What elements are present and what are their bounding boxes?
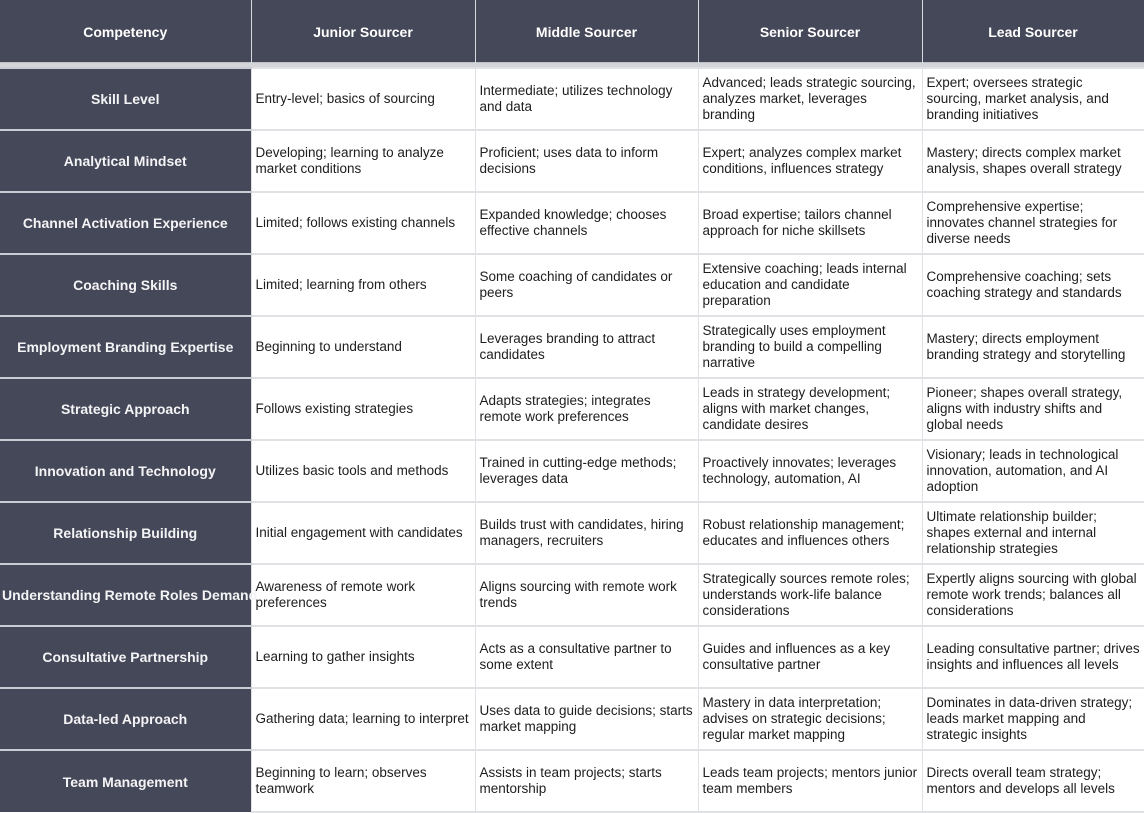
middle-sourcer-cell: Uses data to guide decisions; starts mar…	[474, 687, 699, 751]
junior-sourcer-cell: Gathering data; learning to interpret	[250, 687, 476, 751]
lead-sourcer-cell: Mastery; directs employment branding str…	[921, 315, 1144, 379]
table-row: Consultative Partnership Learning to gath…	[0, 625, 1144, 689]
junior-sourcer-cell: Follows existing strategies	[250, 377, 476, 441]
senior-sourcer-cell: Mastery in data interpretation; advises …	[697, 687, 923, 751]
lead-sourcer-cell: Expert; oversees strategic sourcing, mar…	[921, 67, 1144, 131]
middle-sourcer-cell: Leverages branding to attract candidates	[474, 315, 699, 379]
header-middle-sourcer: Middle Sourcer	[474, 0, 699, 63]
table-row: Employment Branding Expertise Beginning t…	[0, 315, 1144, 379]
table-row: Team Management Beginning to learn; obser…	[0, 749, 1144, 813]
competency-label: Skill Level	[0, 67, 251, 130]
junior-sourcer-cell: Beginning to learn; observes teamwork	[250, 749, 476, 813]
header-row: Competency Junior Sourcer Middle Sourcer…	[0, 0, 1144, 63]
lead-sourcer-cell: Ultimate relationship builder; shapes ex…	[921, 501, 1144, 565]
lead-sourcer-cell: Visionary; leads in technological innova…	[921, 439, 1144, 503]
table-row: Relationship Building Initial engagement …	[0, 501, 1144, 565]
lead-sourcer-cell: Directs overall team strategy; mentors a…	[921, 749, 1144, 813]
junior-sourcer-cell: Limited; follows existing channels	[250, 191, 476, 255]
header-lead-sourcer: Lead Sourcer	[921, 0, 1144, 63]
lead-sourcer-cell: Comprehensive expertise; innovates chann…	[921, 191, 1144, 255]
header-competency: Competency	[0, 0, 252, 63]
senior-sourcer-cell: Broad expertise; tailors channel approac…	[697, 191, 923, 255]
junior-sourcer-cell: Beginning to understand	[250, 315, 476, 379]
table-row: Understanding Remote Roles Demand Awarene…	[0, 563, 1144, 627]
competency-label: Innovation and Technology	[0, 439, 251, 502]
middle-sourcer-cell: Intermediate; utilizes technology and da…	[474, 67, 699, 131]
competency-label: Analytical Mindset	[0, 129, 251, 192]
competency-label: Strategic Approach	[0, 377, 251, 440]
competency-label: Team Management	[0, 749, 251, 812]
senior-sourcer-cell: Proactively innovates; leverages technol…	[697, 439, 923, 503]
lead-sourcer-cell: Mastery; directs complex market analysis…	[921, 129, 1144, 193]
senior-sourcer-cell: Guides and influences as a key consultat…	[697, 625, 923, 689]
senior-sourcer-cell: Robust relationship management; educates…	[697, 501, 923, 565]
competency-label: Employment Branding Expertise	[0, 315, 251, 378]
competency-label: Understanding Remote Roles Demand	[0, 563, 257, 626]
competency-label: Coaching Skills	[0, 253, 251, 316]
junior-sourcer-cell: Learning to gather insights	[250, 625, 476, 689]
middle-sourcer-cell: Trained in cutting-edge methods; leverag…	[474, 439, 699, 503]
table-body: Skill Level Entry-level; basics of sourci…	[0, 67, 1144, 813]
middle-sourcer-cell: Assists in team projects; starts mentors…	[474, 749, 699, 813]
middle-sourcer-cell: Adapts strategies; integrates remote wor…	[474, 377, 699, 441]
lead-sourcer-cell: Pioneer; shapes overall strategy, aligns…	[921, 377, 1144, 441]
table-row: Channel Activation Experience Limited; fo…	[0, 191, 1144, 255]
competency-matrix-table: Competency Junior Sourcer Middle Sourcer…	[0, 0, 1144, 813]
middle-sourcer-cell: Proficient; uses data to inform decision…	[474, 129, 699, 193]
senior-sourcer-cell: Leads team projects; mentors junior team…	[697, 749, 923, 813]
middle-sourcer-cell: Some coaching of candidates or peers	[474, 253, 699, 317]
table-header: Competency Junior Sourcer Middle Sourcer…	[0, 0, 1144, 68]
competency-label: Relationship Building	[0, 501, 251, 564]
table-row: Analytical Mindset Developing; learning t…	[0, 129, 1144, 193]
lead-sourcer-cell: Dominates in data-driven strategy; leads…	[921, 687, 1144, 751]
table-row: Data-led Approach Gathering data; learnin…	[0, 687, 1144, 751]
senior-sourcer-cell: Strategically sources remote roles; unde…	[697, 563, 923, 627]
senior-sourcer-cell: Advanced; leads strategic sourcing, anal…	[697, 67, 923, 131]
header-junior-sourcer: Junior Sourcer	[250, 0, 476, 63]
lead-sourcer-cell: Expertly aligns sourcing with global rem…	[921, 563, 1144, 627]
senior-sourcer-cell: Strategically uses employment branding t…	[697, 315, 923, 379]
junior-sourcer-cell: Limited; learning from others	[250, 253, 476, 317]
competency-label: Channel Activation Experience	[0, 191, 251, 254]
table-row: Coaching Skills Limited; learning from ot…	[0, 253, 1144, 317]
junior-sourcer-cell: Utilizes basic tools and methods	[250, 439, 476, 503]
junior-sourcer-cell: Awareness of remote work preferences	[250, 563, 476, 627]
junior-sourcer-cell: Entry-level; basics of sourcing	[250, 67, 476, 131]
middle-sourcer-cell: Aligns sourcing with remote work trends	[474, 563, 699, 627]
competency-label: Data-led Approach	[0, 687, 251, 750]
middle-sourcer-cell: Expanded knowledge; chooses effective ch…	[474, 191, 699, 255]
competency-label: Consultative Partnership	[0, 625, 251, 688]
lead-sourcer-cell: Comprehensive coaching; sets coaching st…	[921, 253, 1144, 317]
middle-sourcer-cell: Acts as a consultative partner to some e…	[474, 625, 699, 689]
table-row: Innovation and Technology Utilizes basic …	[0, 439, 1144, 503]
table-row: Strategic Approach Follows existing strat…	[0, 377, 1144, 441]
junior-sourcer-cell: Initial engagement with candidates	[250, 501, 476, 565]
middle-sourcer-cell: Builds trust with candidates, hiring man…	[474, 501, 699, 565]
senior-sourcer-cell: Extensive coaching; leads internal educa…	[697, 253, 923, 317]
senior-sourcer-cell: Expert; analyzes complex market conditio…	[697, 129, 923, 193]
table-row: Skill Level Entry-level; basics of sourci…	[0, 67, 1144, 131]
junior-sourcer-cell: Developing; learning to analyze market c…	[250, 129, 476, 193]
senior-sourcer-cell: Leads in strategy development; aligns wi…	[697, 377, 923, 441]
lead-sourcer-cell: Leading consultative partner; drives ins…	[921, 625, 1144, 689]
header-senior-sourcer: Senior Sourcer	[697, 0, 923, 63]
